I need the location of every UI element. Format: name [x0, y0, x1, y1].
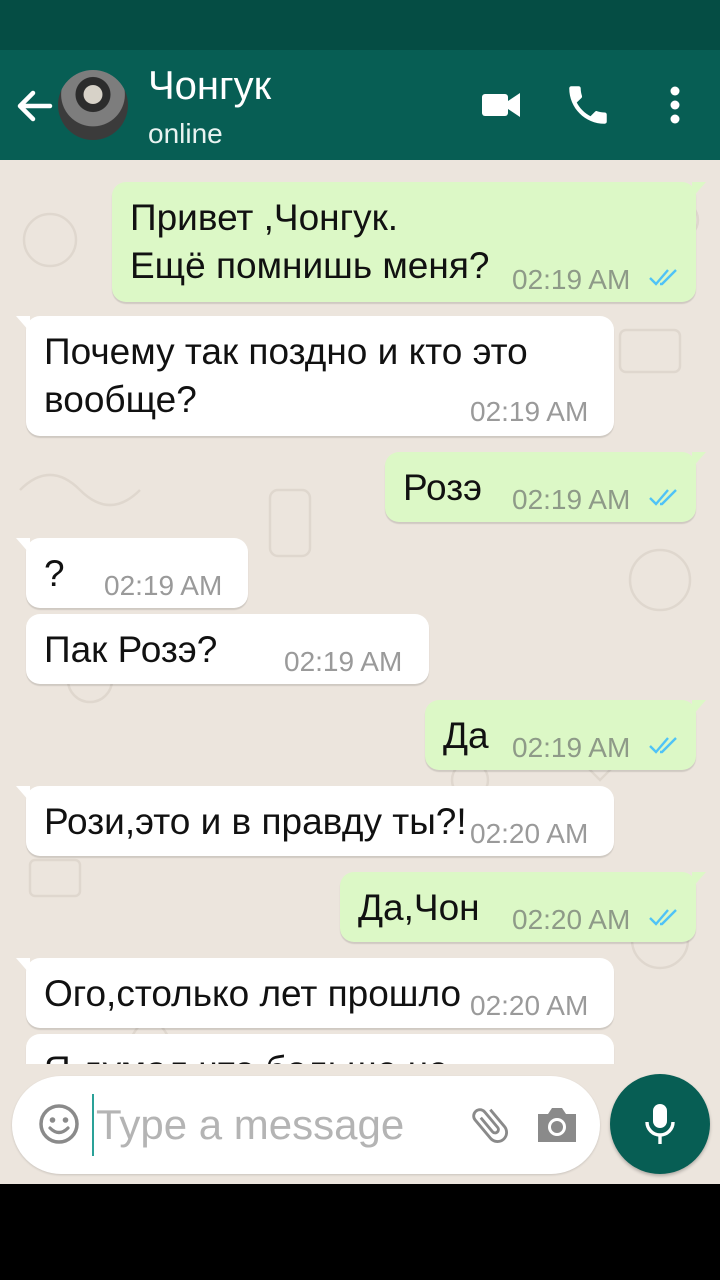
back-arrow-icon	[17, 90, 53, 122]
message-time: 02:19 AM	[512, 264, 631, 295]
status-bar	[0, 0, 720, 50]
contact-status: online	[148, 118, 223, 149]
camera-icon	[538, 1108, 576, 1142]
message-time: 02:19 AM	[512, 484, 631, 515]
contact-name[interactable]: Чонгук	[148, 64, 271, 109]
message-bubble-incoming[interactable]: ? 02:19 AM	[16, 538, 248, 608]
video-call-icon	[482, 93, 520, 117]
message-time: 02:19 AM	[104, 570, 223, 601]
message-text: Рози,это и в правду ты?!	[44, 801, 467, 842]
message-composer	[12, 1076, 600, 1174]
message-text: Розэ	[403, 467, 483, 508]
chat-area[interactable]: Привет ,Чонгук. Ещё помнишь меня? 02:19 …	[0, 160, 720, 1184]
camera-button[interactable]	[534, 1104, 580, 1146]
message-input[interactable]	[96, 1092, 456, 1158]
chat-header: Чонгук online	[0, 50, 720, 160]
video-call-button[interactable]	[476, 80, 526, 130]
message-bubble-incoming[interactable]: Почему так поздно и кто это вообще? 02:1…	[16, 316, 614, 436]
emoji-icon	[39, 1104, 79, 1144]
message-text: Пак Розэ?	[44, 629, 218, 670]
message-time: 02:19 AM	[284, 646, 403, 677]
message-text: Да	[443, 715, 489, 756]
message-bubble-outgoing[interactable]: Да,Чон 02:20 AM	[340, 872, 706, 942]
read-receipt-icon	[649, 909, 677, 926]
message-time: 02:20 AM	[470, 990, 589, 1021]
message-bubble-incoming[interactable]: Рози,это и в правду ты?! 02:20 AM	[16, 786, 614, 856]
read-receipt-icon	[649, 737, 677, 754]
message-bubble-incoming[interactable]: Ого,столько лет прошло 02:20 AM	[16, 958, 614, 1028]
message-time: 02:19 AM	[470, 396, 589, 427]
more-vertical-icon	[670, 86, 680, 124]
message-text: Да,Чон	[358, 887, 480, 928]
message-text: ?	[44, 553, 65, 594]
read-receipt-icon	[649, 269, 677, 286]
message-bubble-outgoing[interactable]: Розэ 02:19 AM	[385, 452, 706, 522]
back-button[interactable]	[12, 84, 56, 128]
system-nav-bar	[0, 1184, 720, 1280]
message-time: 02:19 AM	[512, 732, 631, 763]
message-bubble-incoming[interactable]: Пак Розэ? 02:19 AM	[26, 614, 429, 684]
text-cursor	[92, 1094, 94, 1156]
message-time: 02:20 AM	[470, 818, 589, 849]
attach-button[interactable]	[467, 1102, 513, 1148]
voice-call-button[interactable]	[563, 80, 613, 130]
message-text: Почему так поздно и кто это вообще?	[44, 331, 528, 421]
avatar[interactable]	[58, 70, 128, 140]
more-options-button[interactable]	[652, 80, 698, 130]
microphone-icon	[645, 1104, 675, 1144]
message-time: 02:20 AM	[512, 904, 631, 935]
message-text: Привет ,Чонгук. Ещё помнишь меня?	[130, 197, 490, 287]
message-bubble-outgoing[interactable]: Привет ,Чонгук. Ещё помнишь меня? 02:19 …	[112, 182, 706, 302]
emoji-button[interactable]	[36, 1101, 82, 1147]
message-text: Ого,столько лет прошло	[44, 973, 462, 1014]
message-bubble-outgoing[interactable]: Да 02:19 AM	[425, 700, 706, 770]
phone-icon	[569, 86, 607, 124]
paperclip-icon	[472, 1108, 508, 1143]
read-receipt-icon	[649, 489, 677, 506]
voice-message-button[interactable]	[610, 1074, 710, 1174]
